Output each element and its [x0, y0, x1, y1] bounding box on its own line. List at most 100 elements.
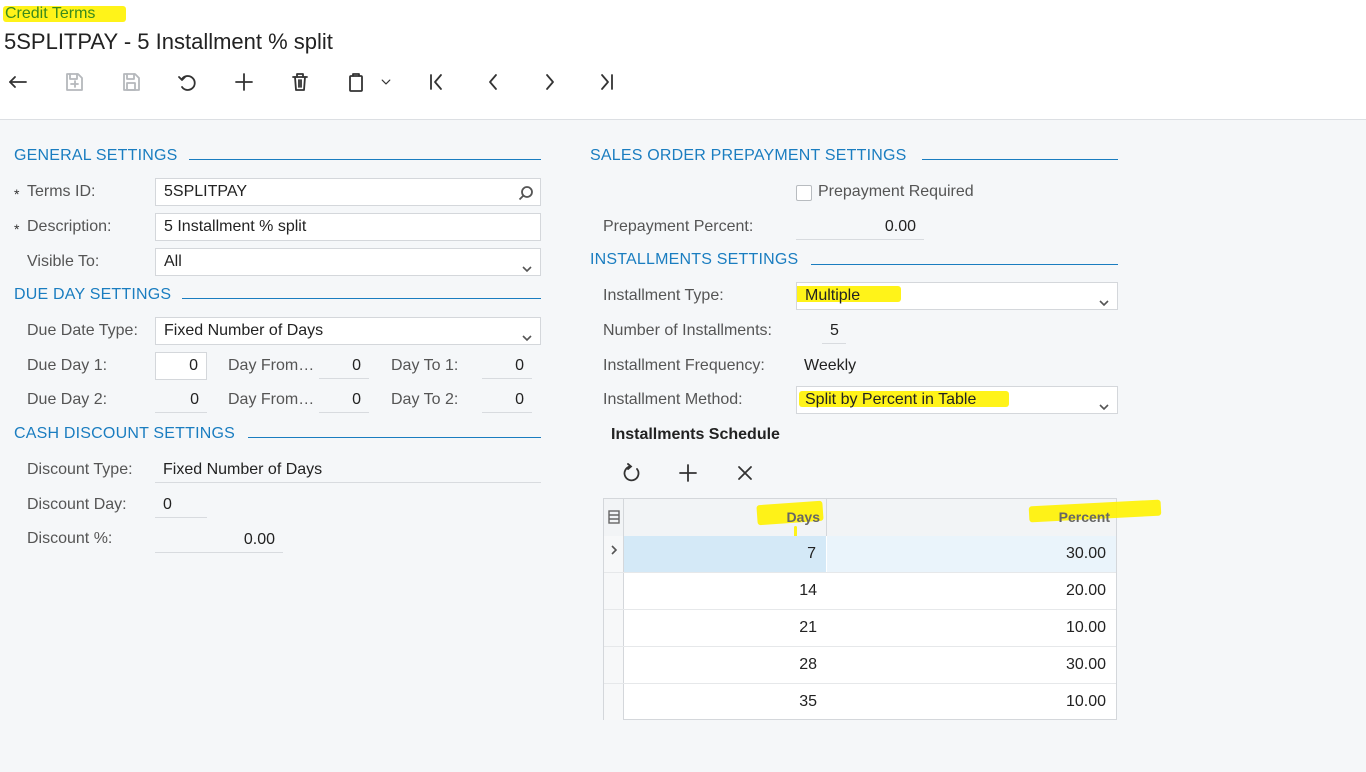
required-marker: *	[14, 221, 20, 237]
delete-row-button[interactable]	[732, 460, 758, 486]
day-from2-label: Day From…	[228, 391, 315, 408]
table-row[interactable]: 28 30.00	[604, 647, 1116, 684]
row-selector[interactable]	[604, 647, 624, 683]
installment-type-label: Installment Type:	[603, 287, 724, 304]
prepayment-percent-label: Prepayment Percent:	[603, 218, 754, 235]
days-column-header[interactable]: Days	[624, 499, 827, 536]
general-settings-header: GENERAL SETTINGS	[14, 147, 178, 164]
due-day-settings-header: DUE DAY SETTINGS	[14, 286, 172, 303]
back-button[interactable]	[4, 68, 32, 96]
section-divider	[811, 264, 1118, 265]
description-value: 5 Installment % split	[164, 218, 307, 235]
plus-icon	[679, 464, 697, 482]
breadcrumb[interactable]: Credit Terms	[5, 5, 95, 23]
trash-icon	[292, 73, 308, 91]
percent-cell[interactable]: 10.00	[827, 684, 1116, 720]
refresh-icon	[623, 463, 640, 482]
due-day1-label: Due Day 1:	[27, 357, 108, 374]
first-record-button[interactable]	[423, 68, 451, 96]
due-day1-input[interactable]: 0	[155, 352, 207, 380]
next-record-button[interactable]	[536, 68, 564, 96]
add-button[interactable]	[230, 68, 258, 96]
undo-icon	[178, 75, 196, 91]
required-marker: *	[14, 186, 20, 202]
clipboard-button[interactable]	[342, 68, 370, 96]
row-selector[interactable]	[604, 684, 624, 720]
due-date-type-select[interactable]: Fixed Number of Days	[155, 317, 541, 345]
installment-frequency-value[interactable]: Weekly	[796, 353, 996, 379]
installments-schedule-title: Installments Schedule	[611, 426, 780, 443]
day-to1-label: Day To 1:	[391, 357, 459, 374]
search-icon[interactable]	[518, 184, 534, 201]
percent-cell[interactable]: 30.00	[827, 647, 1116, 683]
row-selector[interactable]	[604, 610, 624, 646]
percent-cell[interactable]: 20.00	[827, 573, 1116, 609]
save-close-button[interactable]	[60, 68, 88, 96]
day-from1-input[interactable]: 0	[319, 353, 369, 379]
section-divider	[189, 159, 541, 160]
discount-day-input[interactable]: 0	[155, 492, 207, 518]
percent-cell[interactable]: 30.00	[827, 536, 1116, 572]
page-header: Credit Terms 5SPLITPAY - 5 Installment %…	[0, 0, 1366, 120]
table-row[interactable]: 35 10.00	[604, 684, 1116, 721]
prepayment-settings-header: SALES ORDER PREPAYMENT SETTINGS	[590, 147, 907, 164]
installment-method-label: Installment Method:	[603, 391, 743, 408]
prepayment-required-label: Prepayment Required	[818, 183, 974, 200]
description-input[interactable]: 5 Installment % split	[155, 213, 541, 241]
prepayment-percent-input[interactable]: 0.00	[796, 214, 924, 240]
percent-column-header[interactable]: Percent	[827, 499, 1116, 536]
days-cell[interactable]: 35	[624, 684, 827, 720]
discount-pct-input[interactable]: 0.00	[155, 527, 283, 553]
due-date-type-label: Due Date Type:	[27, 322, 138, 339]
save-close-icon	[66, 73, 83, 91]
grid-settings-icon	[608, 510, 620, 524]
last-record-button[interactable]	[592, 68, 620, 96]
undo-button[interactable]	[173, 68, 201, 96]
installments-settings-header: INSTALLMENTS SETTINGS	[590, 251, 799, 268]
plus-icon	[235, 73, 253, 91]
delete-button[interactable]	[286, 68, 314, 96]
clipboard-dropdown-button[interactable]	[374, 68, 398, 96]
table-row[interactable]: 21 10.00	[604, 610, 1116, 647]
chevron-right-icon	[611, 545, 618, 555]
discount-type-value[interactable]: Fixed Number of Days	[155, 457, 541, 483]
save-button[interactable]	[117, 68, 145, 96]
terms-id-input[interactable]: 5SPLITPAY	[155, 178, 541, 206]
terms-id-label: Terms ID:	[27, 183, 96, 200]
terms-id-value: 5SPLITPAY	[164, 183, 247, 200]
chevron-down-icon	[1099, 291, 1109, 307]
days-cell[interactable]: 14	[624, 573, 827, 609]
chevron-left-icon	[489, 74, 497, 90]
installment-method-value: Split by Percent in Table	[805, 391, 977, 408]
grid-settings-cell[interactable]	[604, 499, 624, 536]
add-row-button[interactable]	[675, 460, 701, 486]
due-day2-input[interactable]: 0	[155, 387, 207, 413]
installment-method-select[interactable]: Split by Percent in Table	[796, 386, 1118, 414]
installment-type-select[interactable]: Multiple	[796, 282, 1118, 310]
table-row[interactable]: 7 30.00	[604, 536, 1116, 573]
day-from2-input[interactable]: 0	[319, 387, 369, 413]
day-to2-label: Day To 2:	[391, 391, 459, 408]
previous-record-button[interactable]	[479, 68, 507, 96]
number-installments-input[interactable]: 5	[822, 318, 846, 344]
day-to2-input[interactable]: 0	[482, 387, 532, 413]
section-divider	[248, 437, 541, 438]
percent-cell[interactable]: 10.00	[827, 610, 1116, 646]
back-arrow-icon	[9, 76, 27, 88]
days-cell[interactable]: 7	[624, 536, 827, 572]
due-day2-label: Due Day 2:	[27, 391, 108, 408]
section-divider	[922, 159, 1118, 160]
row-selector[interactable]	[604, 573, 624, 609]
discount-day-label: Discount Day:	[27, 496, 127, 513]
row-selector[interactable]	[604, 536, 624, 572]
save-icon	[123, 73, 140, 91]
days-cell[interactable]: 21	[624, 610, 827, 646]
prepayment-required-checkbox[interactable]	[796, 185, 812, 201]
description-label: Description:	[27, 218, 112, 235]
refresh-button[interactable]	[619, 460, 645, 486]
days-cell[interactable]: 28	[624, 647, 827, 683]
day-to1-input[interactable]: 0	[482, 353, 532, 379]
visible-to-select[interactable]: All	[155, 248, 541, 276]
first-icon	[430, 74, 442, 90]
table-row[interactable]: 14 20.00	[604, 573, 1116, 610]
